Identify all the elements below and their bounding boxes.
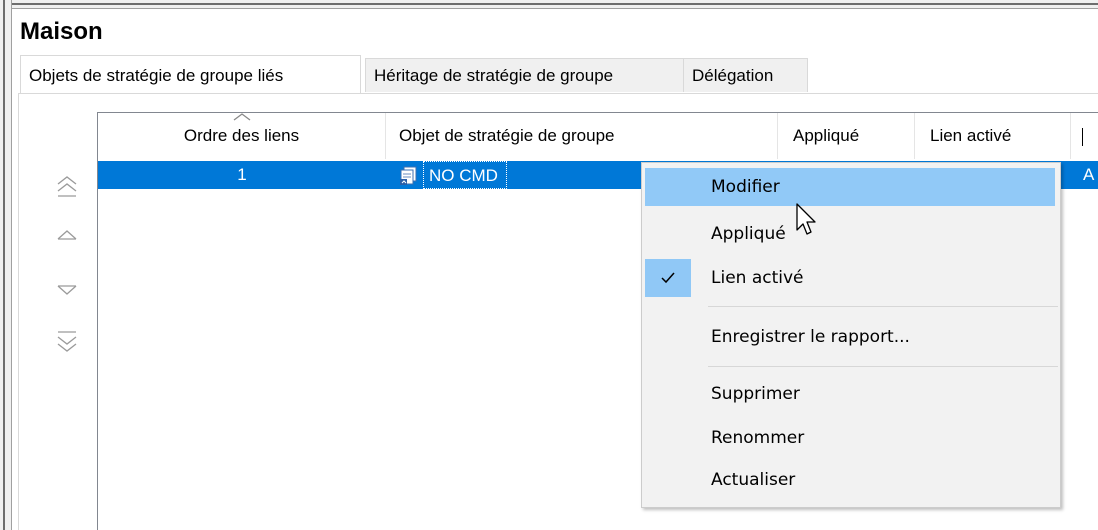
move-to-top-icon [57, 176, 77, 197]
menu-separator [708, 366, 1058, 367]
move-down-icon [57, 285, 77, 295]
gpo-icon [400, 166, 417, 185]
tab-delegation[interactable]: Délégation [683, 58, 808, 92]
column-header-gpo[interactable]: Objet de stratégie de groupe [386, 113, 778, 159]
move-to-top-button[interactable] [52, 172, 82, 202]
window-left-border [0, 0, 12, 530]
menu-item-supprimer[interactable]: Supprimer [645, 375, 1055, 413]
menu-item-lien-active[interactable]: Lien activé [645, 259, 1055, 297]
menu-item-actualiser[interactable]: Actualiser [645, 461, 1055, 499]
menu-item-enregistrer-rapport[interactable]: Enregistrer le rapport... [645, 318, 1055, 356]
menu-item-applique[interactable]: Appliqué [645, 215, 1055, 253]
move-to-bottom-icon [57, 331, 77, 352]
move-up-icon [57, 230, 77, 240]
move-up-button[interactable] [52, 220, 82, 250]
column-header-link-enabled[interactable]: Lien activé [915, 113, 1071, 159]
row-link-order: 1 [237, 165, 247, 184]
menu-separator [708, 306, 1058, 307]
window-top-border [0, 0, 1098, 9]
tab-gpo-inheritance[interactable]: Héritage de stratégie de groupe [365, 58, 687, 92]
tab-linked-gpos[interactable]: Objets de stratégie de groupe liés [20, 55, 361, 93]
context-menu: Modifier Appliqué Lien activé Enregistre… [641, 162, 1061, 508]
move-to-bottom-button[interactable] [52, 326, 82, 356]
row-overflow-text: A [1083, 165, 1095, 184]
column-header-more[interactable] [1071, 113, 1098, 159]
column-header-enforced[interactable]: Appliqué [778, 113, 915, 159]
column-header-link-order-label: Ordre des liens [183, 126, 300, 145]
menu-item-modifier[interactable]: Modifier [645, 168, 1055, 206]
move-down-button[interactable] [52, 275, 82, 305]
mouse-cursor-icon [796, 203, 816, 235]
gpmc-window: Maison Objets de stratégie de groupe lié… [0, 0, 1098, 530]
menu-item-renommer[interactable]: Renommer [645, 419, 1055, 457]
column-header-link-order[interactable]: Ordre des liens [98, 113, 386, 159]
page-title: Maison [20, 18, 103, 45]
row-gpo-name: NO CMD [423, 161, 507, 189]
sort-ascending-icon [233, 113, 251, 121]
